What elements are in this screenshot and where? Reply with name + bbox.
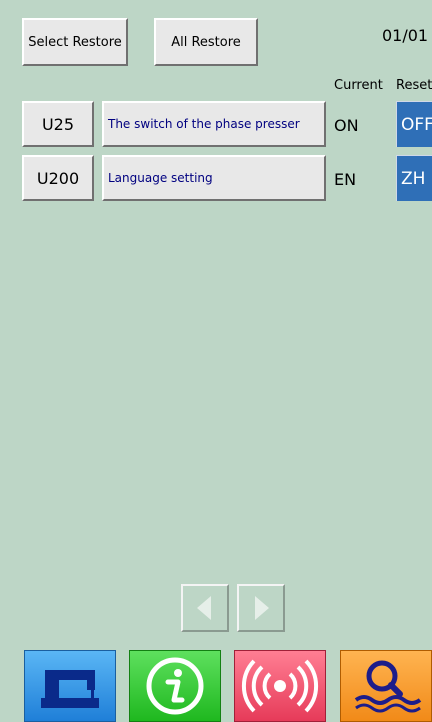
- reset-value-button[interactable]: ZH: [396, 155, 432, 201]
- parameter-code: U200: [36, 168, 80, 188]
- column-header-reset: Reset: [396, 78, 432, 93]
- info-button[interactable]: [129, 650, 221, 722]
- sewing-mode-button[interactable]: [24, 650, 116, 722]
- search-button[interactable]: [340, 650, 432, 722]
- column-header-current: Current: [334, 78, 383, 93]
- search-icon: [354, 660, 422, 713]
- all-restore-label: All Restore: [171, 34, 241, 50]
- reset-value: ZH: [401, 168, 426, 189]
- parameter-code: U25: [41, 114, 75, 134]
- select-restore-label: Select Restore: [28, 34, 122, 50]
- reset-value-button[interactable]: OFF: [396, 101, 432, 147]
- sewing-machine-icon: [41, 670, 99, 708]
- parameter-code-button[interactable]: U25: [22, 101, 94, 147]
- parameter-code-button[interactable]: U200: [22, 155, 94, 201]
- arrow-right-icon: [255, 596, 269, 620]
- current-value: ON: [334, 116, 359, 135]
- signal-icon: [241, 659, 319, 713]
- parameter-name-button[interactable]: The switch of the phase presser: [102, 101, 326, 147]
- all-restore-button[interactable]: All Restore: [154, 18, 258, 66]
- arrow-left-icon: [197, 596, 211, 620]
- parameter-name: Language setting: [108, 171, 213, 185]
- parameter-name: The switch of the phase presser: [108, 117, 300, 131]
- reset-value: OFF: [401, 114, 432, 135]
- next-page-button[interactable]: [237, 584, 285, 632]
- info-icon: [146, 657, 204, 715]
- current-value: EN: [334, 170, 357, 189]
- signal-button[interactable]: [234, 650, 326, 722]
- page-indicator: 01/01: [382, 26, 429, 45]
- previous-page-button[interactable]: [181, 584, 229, 632]
- parameter-name-button[interactable]: Language setting: [102, 155, 326, 201]
- select-restore-button[interactable]: Select Restore: [22, 18, 128, 66]
